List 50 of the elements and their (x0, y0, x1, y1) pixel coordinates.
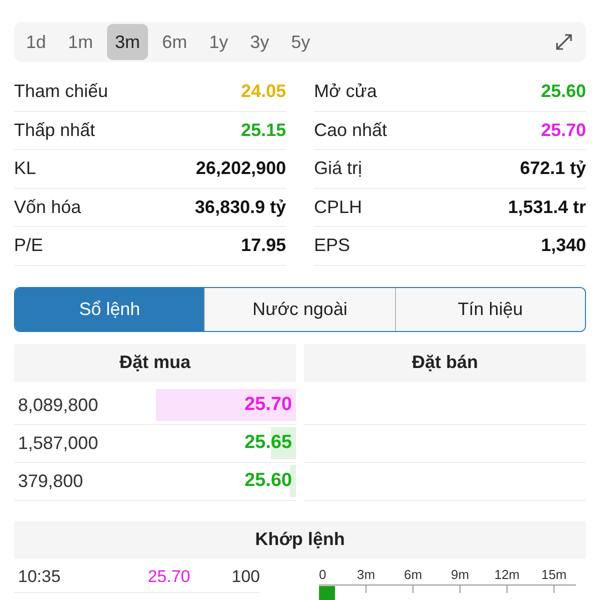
stat-value: 36,830.9 tỷ (194, 196, 286, 219)
stat-label: P/E (14, 234, 44, 258)
stat-label: Vốn hóa (14, 196, 82, 219)
period-tab[interactable]: 3m (107, 24, 148, 60)
time-cell-text: 10:35 (17, 566, 62, 588)
period-tab[interactable]: 1m (60, 24, 102, 60)
stat-value: 26,202,900 (196, 157, 286, 180)
column-header: Đặt mua (14, 344, 296, 382)
volume-bar (319, 586, 335, 600)
price-cell-text: 25.60 (244, 468, 293, 493)
volume-cell-text: 379,800 (17, 470, 84, 492)
period-tab[interactable]: 1y (201, 24, 236, 60)
stat-value: 1,531.4 tr (508, 196, 586, 219)
section-header: Khớp lệnh (14, 520, 586, 558)
tick-label: 6m (404, 566, 422, 582)
period-tab[interactable]: 5y (283, 24, 318, 60)
stat-label: KL (14, 157, 36, 180)
stat-value: 25.15 (240, 118, 286, 142)
stat-label: CPLH (314, 196, 362, 219)
stat-label: Cao nhất (314, 118, 388, 142)
stat-value: 672.1 tỷ (520, 157, 586, 180)
tick-label: 15m (541, 566, 567, 582)
tab[interactable]: Nước ngoài (204, 288, 395, 330)
volume-cell-text: 100 (230, 566, 260, 588)
tick-label: 12m (494, 566, 520, 582)
stat-value: 25.70 (540, 118, 586, 142)
stat-label: Tham chiếu (14, 80, 108, 104)
price-cell-text: 25.70 (146, 566, 192, 588)
tick-label: 9m (450, 566, 470, 582)
stat-value: 1,340 (540, 234, 586, 258)
expand-icon[interactable] (554, 32, 574, 52)
price-cell-text: 25.65 (244, 430, 293, 455)
tick-label: 0 (319, 566, 326, 582)
stat-value: 17.95 (240, 234, 286, 258)
volume-cell-text: 8,089,800 (17, 394, 98, 416)
period-tab[interactable]: 1d (18, 24, 54, 60)
tab[interactable]: Tín hiệu (394, 288, 585, 330)
tab[interactable]: Sổ lệnh (15, 288, 204, 330)
tick-label: 3m (356, 566, 376, 582)
stat-value: 24.05 (240, 80, 286, 104)
stat-label: Mở cửa (314, 80, 377, 104)
column-header: Đặt bán (304, 344, 586, 382)
price-cell-text: 25.70 (244, 392, 293, 417)
stat-label: Thấp nhất (14, 118, 96, 142)
stat-label: EPS (314, 234, 350, 258)
period-tab[interactable]: 3y (242, 24, 278, 60)
stat-value: 25.60 (540, 80, 586, 104)
volume-cell-text: 1,587,000 (17, 432, 98, 454)
stat-label: Giá trị (314, 157, 362, 180)
period-tab[interactable]: 6m (154, 24, 196, 60)
